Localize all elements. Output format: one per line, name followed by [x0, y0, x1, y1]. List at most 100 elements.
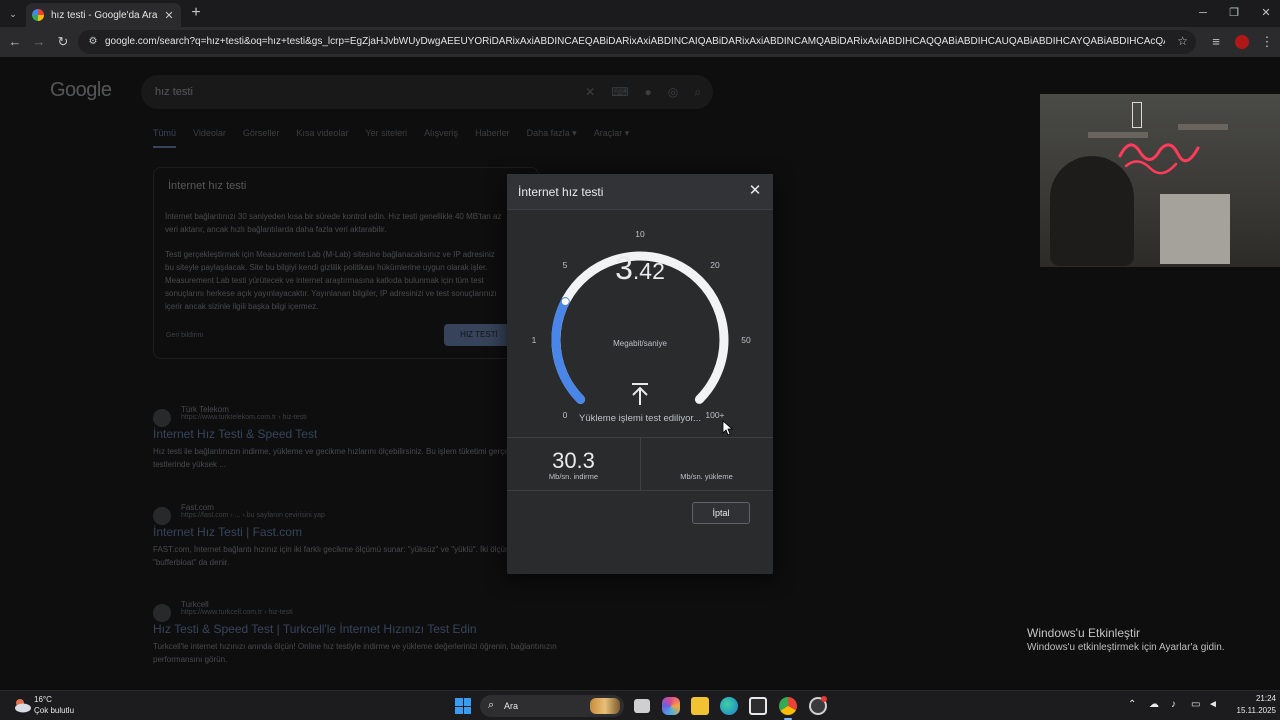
tab-close-icon[interactable]: ✕	[163, 9, 175, 22]
weather-temperature[interactable]: 16°C	[34, 695, 52, 704]
search-result: Turkcell https://www.turkcell.com.tr › h…	[153, 600, 713, 666]
lens-icon[interactable]: ◎	[668, 85, 678, 100]
notification-badge	[821, 696, 827, 702]
speedtest-dialog: İnternet hız testi ✕ 0 1 5 10 20 50 100+ 3.42 …	[507, 174, 773, 574]
close-icon[interactable]: ✕	[747, 183, 763, 199]
clock-date[interactable]: 15.11.2025	[1220, 706, 1276, 715]
activation-watermark-title: Windows'u Etkinleştir	[1027, 626, 1140, 640]
result-url: https://www.turkcell.com.tr › hiz-testi	[181, 609, 293, 616]
search-box[interactable]: hız testi ✕ ⌨ ● ◎ ⌕	[141, 75, 713, 109]
clock-time[interactable]: 21:24	[1236, 694, 1276, 703]
volume-icon[interactable]: ◄	[1208, 699, 1218, 710]
webcam-person	[1050, 156, 1134, 266]
tab-tools[interactable]: Araçlar ▾	[594, 128, 630, 148]
neon-sign-icon	[1118, 143, 1200, 175]
gauge-needle-dot	[561, 298, 569, 306]
gauge-value-integer: 3	[615, 250, 633, 286]
microphone-icon[interactable]: ●	[645, 85, 652, 100]
clear-icon[interactable]: ✕	[585, 85, 595, 100]
run-speedtest-button[interactable]: HIZ TESTİ	[444, 324, 514, 346]
mouse-cursor-icon	[722, 420, 734, 436]
tab-news[interactable]: Haberler	[475, 128, 510, 148]
weather-description[interactable]: Çok bulutlu	[34, 706, 74, 715]
task-view-icon[interactable]	[634, 699, 650, 713]
google-favicon-icon	[32, 9, 44, 21]
dialog-title: İnternet hız testi	[518, 185, 604, 199]
gauge-unit: Megabit/saniye	[613, 339, 667, 348]
edge-icon[interactable]	[720, 697, 738, 715]
tab-search-button[interactable]: ⌄	[4, 5, 22, 23]
media-control-icon[interactable]: ≡	[1207, 33, 1225, 51]
gauge-value: 3.42	[507, 250, 773, 287]
active-tab[interactable]: hız testi - Google'da Ara ✕	[26, 3, 181, 27]
taskbar-search[interactable]: ⌕ Ara	[480, 695, 624, 717]
search-highlight-art	[590, 698, 620, 714]
reload-button[interactable]: ↻	[54, 33, 72, 51]
browser-tab-strip: ⌄ hız testi - Google'da Ara ✕ + ─ ❐ ✕	[0, 0, 1280, 27]
site-favicon-icon	[153, 604, 171, 622]
webcam-cabinet	[1160, 194, 1230, 264]
store-icon[interactable]	[749, 697, 767, 715]
download-label: Mb/sn. indirme	[548, 472, 599, 481]
tab-title: hız testi - Google'da Ara	[51, 9, 158, 21]
bookmark-star-icon[interactable]: ☆	[1177, 34, 1188, 48]
copilot-icon[interactable]	[662, 697, 680, 715]
close-window-button[interactable]: ✕	[1256, 4, 1276, 22]
search-query: hız testi	[155, 86, 193, 98]
new-tab-button[interactable]: +	[187, 4, 205, 22]
site-info-icon[interactable]: ⚙	[86, 35, 100, 49]
download-value: 30.3	[552, 448, 595, 473]
site-favicon-icon	[153, 409, 171, 427]
chrome-icon[interactable]	[779, 697, 797, 715]
profile-avatar[interactable]	[1235, 35, 1249, 49]
address-bar[interactable]: ⚙ google.com/search?q=hız+testi&oq=hız+t…	[78, 30, 1196, 54]
speedtest-card: İnternet hız testi İnternet bağlantınızı…	[153, 167, 539, 359]
microphone-icon[interactable]: ♪	[1171, 699, 1176, 710]
search-icon[interactable]: ⌕	[694, 85, 701, 100]
results-panel: 30.3 Mb/sn. indirme Mb/sn. yükleme	[507, 437, 773, 491]
tab-shopping[interactable]: Alışveriş	[424, 128, 458, 148]
start-button[interactable]	[455, 698, 471, 714]
cloudy-weather-icon[interactable]	[12, 695, 32, 715]
site-favicon-icon	[153, 507, 171, 525]
restore-button[interactable]: ❐	[1224, 4, 1244, 22]
browser-toolbar: ← → ↻ ⚙ google.com/search?q=hız+testi&oq…	[0, 27, 1280, 57]
tab-short-videos[interactable]: Kısa videolar	[296, 128, 348, 148]
tab-sites[interactable]: Yer siteleri	[365, 128, 407, 148]
cancel-button[interactable]: İptal	[692, 502, 750, 524]
back-button[interactable]: ←	[6, 33, 24, 51]
webcam-overlay	[1040, 94, 1280, 267]
upload-label: Mb/sn. yükleme	[680, 472, 733, 481]
gauge-tick-label: 10	[635, 229, 645, 239]
menu-kebab-icon[interactable]: ⋮	[1258, 33, 1276, 51]
search-icon: ⌕	[488, 699, 495, 711]
windows-taskbar: 16°C Çok bulutlu ⌕ Ara ⌃ ☁ ♪ ▭ ◄ 21:24 1…	[0, 690, 1280, 720]
keyboard-icon[interactable]: ⌨	[611, 85, 628, 100]
onedrive-icon[interactable]: ☁	[1149, 699, 1159, 710]
forward-button[interactable]: →	[30, 33, 48, 51]
dialog-header: İnternet hız testi ✕	[507, 174, 773, 210]
card-feedback[interactable]: Geri bildirim	[166, 332, 203, 339]
tab-videos[interactable]: Videolar	[193, 128, 226, 148]
activation-watermark-subtitle: Windows'u etkinleştirmek için Ayarlar'a …	[1027, 642, 1225, 653]
tab-more[interactable]: Daha fazla ▾	[527, 128, 577, 148]
gauge-progress	[551, 297, 586, 404]
show-hidden-icons[interactable]: ⌃	[1128, 699, 1136, 710]
screen: ⌄ hız testi - Google'da Ara ✕ + ─ ❐ ✕ ← …	[0, 0, 1280, 720]
network-icon[interactable]: ▭	[1191, 699, 1200, 710]
result-title[interactable]: Hız Testi & Speed Test | Turkcell'le İnt…	[153, 622, 713, 636]
file-explorer-icon[interactable]	[691, 697, 709, 715]
google-logo[interactable]: Google	[50, 79, 112, 102]
search-tabs: Tümü Videolar Görseller Kısa videolar Ye…	[153, 128, 629, 148]
minimize-button[interactable]: ─	[1193, 4, 1213, 22]
upload-arrow-icon	[632, 383, 648, 405]
tab-images[interactable]: Görseller	[243, 128, 280, 148]
gauge-value-decimal: .42	[632, 258, 665, 284]
result-site: Turkcell	[181, 600, 209, 609]
taskbar-search-label: Ara	[504, 701, 519, 711]
stats-divider	[640, 438, 641, 491]
card-title: İnternet hız testi	[168, 180, 247, 192]
tab-all[interactable]: Tümü	[153, 128, 177, 148]
result-snippet: Turkcell'le internet hızınızı anında ölç…	[153, 642, 557, 664]
card-paragraph-1: İnternet bağlantınızı 30 saniyeden kısa …	[165, 212, 502, 234]
